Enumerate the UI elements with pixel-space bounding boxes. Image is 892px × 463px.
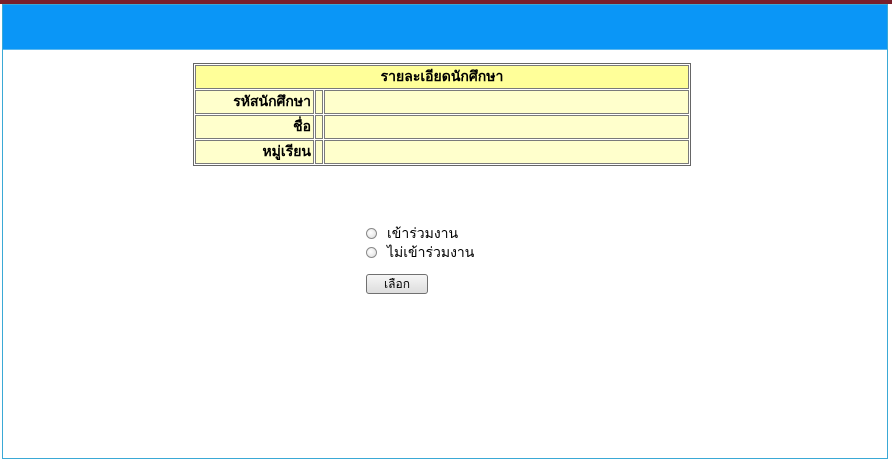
radio-label-not-attend: ไม่เข้าร่วมงาน [387, 244, 475, 261]
radio-option-not-attend[interactable]: ไม่เข้าร่วมงาน [366, 243, 474, 262]
table-spacer-cell [315, 90, 323, 114]
name-label: ชื่อ [195, 115, 314, 139]
name-value [324, 115, 689, 139]
student-details-table: รายละเอียดนักศึกษา รหัสนักศึกษา ชื่อ หมู… [193, 63, 691, 166]
section-value [324, 140, 689, 164]
radio-button-not-attend[interactable] [366, 247, 377, 258]
student-id-value [324, 90, 689, 114]
table-title-row: รายละเอียดนักศึกษา [195, 65, 689, 89]
table-title: รายละเอียดนักศึกษา [195, 65, 689, 89]
radio-option-attend[interactable]: เข้าร่วมงาน [366, 224, 474, 243]
header-bar [3, 5, 887, 50]
choose-button[interactable]: เลือก [366, 274, 428, 294]
table-spacer-cell [315, 115, 323, 139]
table-row-student-id: รหัสนักศึกษา [195, 90, 689, 114]
section-label: หมู่เรียน [195, 140, 314, 164]
table-spacer-cell [315, 140, 323, 164]
student-id-label: รหัสนักศึกษา [195, 90, 314, 114]
radio-button-attend[interactable] [366, 228, 377, 239]
table-row-name: ชื่อ [195, 115, 689, 139]
table-row-section: หมู่เรียน [195, 140, 689, 164]
attendance-radio-group: เข้าร่วมงาน ไม่เข้าร่วมงาน [366, 224, 474, 262]
